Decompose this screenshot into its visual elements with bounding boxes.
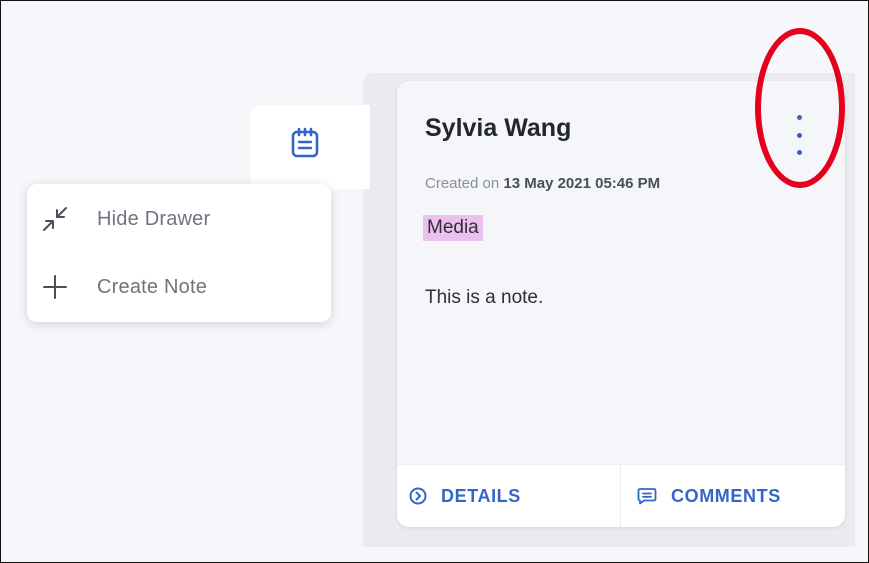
hide-drawer-label: Hide Drawer — [97, 207, 211, 230]
note-author: Sylvia Wang — [425, 114, 572, 142]
created-prefix: Created on — [425, 175, 500, 192]
notes-tab-button[interactable] — [250, 105, 370, 189]
created-datetime: 13 May 2021 05:46 PM — [503, 175, 661, 192]
note-card: Sylvia Wang Created on 13 May 2021 05:46… — [397, 81, 845, 527]
create-note-menu-item[interactable]: Create Note — [27, 255, 331, 319]
note-tag: Media — [423, 215, 483, 241]
notepad-icon — [291, 127, 319, 158]
chevron-circle-icon — [409, 487, 427, 505]
note-body: This is a note. — [425, 287, 544, 308]
kebab-menu-icon[interactable] — [789, 115, 809, 155]
drawer-menu: Hide Drawer Create Note — [27, 184, 331, 322]
create-note-label: Create Note — [97, 275, 208, 298]
comments-label: COMMENTS — [671, 485, 781, 506]
note-created-date: Created on 13 May 2021 05:46 PM — [425, 175, 660, 192]
hide-drawer-menu-item[interactable]: Hide Drawer — [27, 187, 331, 251]
plus-icon — [41, 273, 69, 301]
details-button[interactable]: DETAILS — [397, 465, 621, 527]
screenshot-frame: Hide Drawer Create Note Sylvia Wang Crea… — [0, 0, 869, 563]
collapse-arrows-icon — [41, 205, 69, 233]
note-card-footer: DETAILS COMMENTS — [397, 464, 845, 527]
comments-button[interactable]: COMMENTS — [621, 465, 845, 527]
comment-icon — [637, 488, 657, 505]
details-label: DETAILS — [441, 485, 521, 506]
